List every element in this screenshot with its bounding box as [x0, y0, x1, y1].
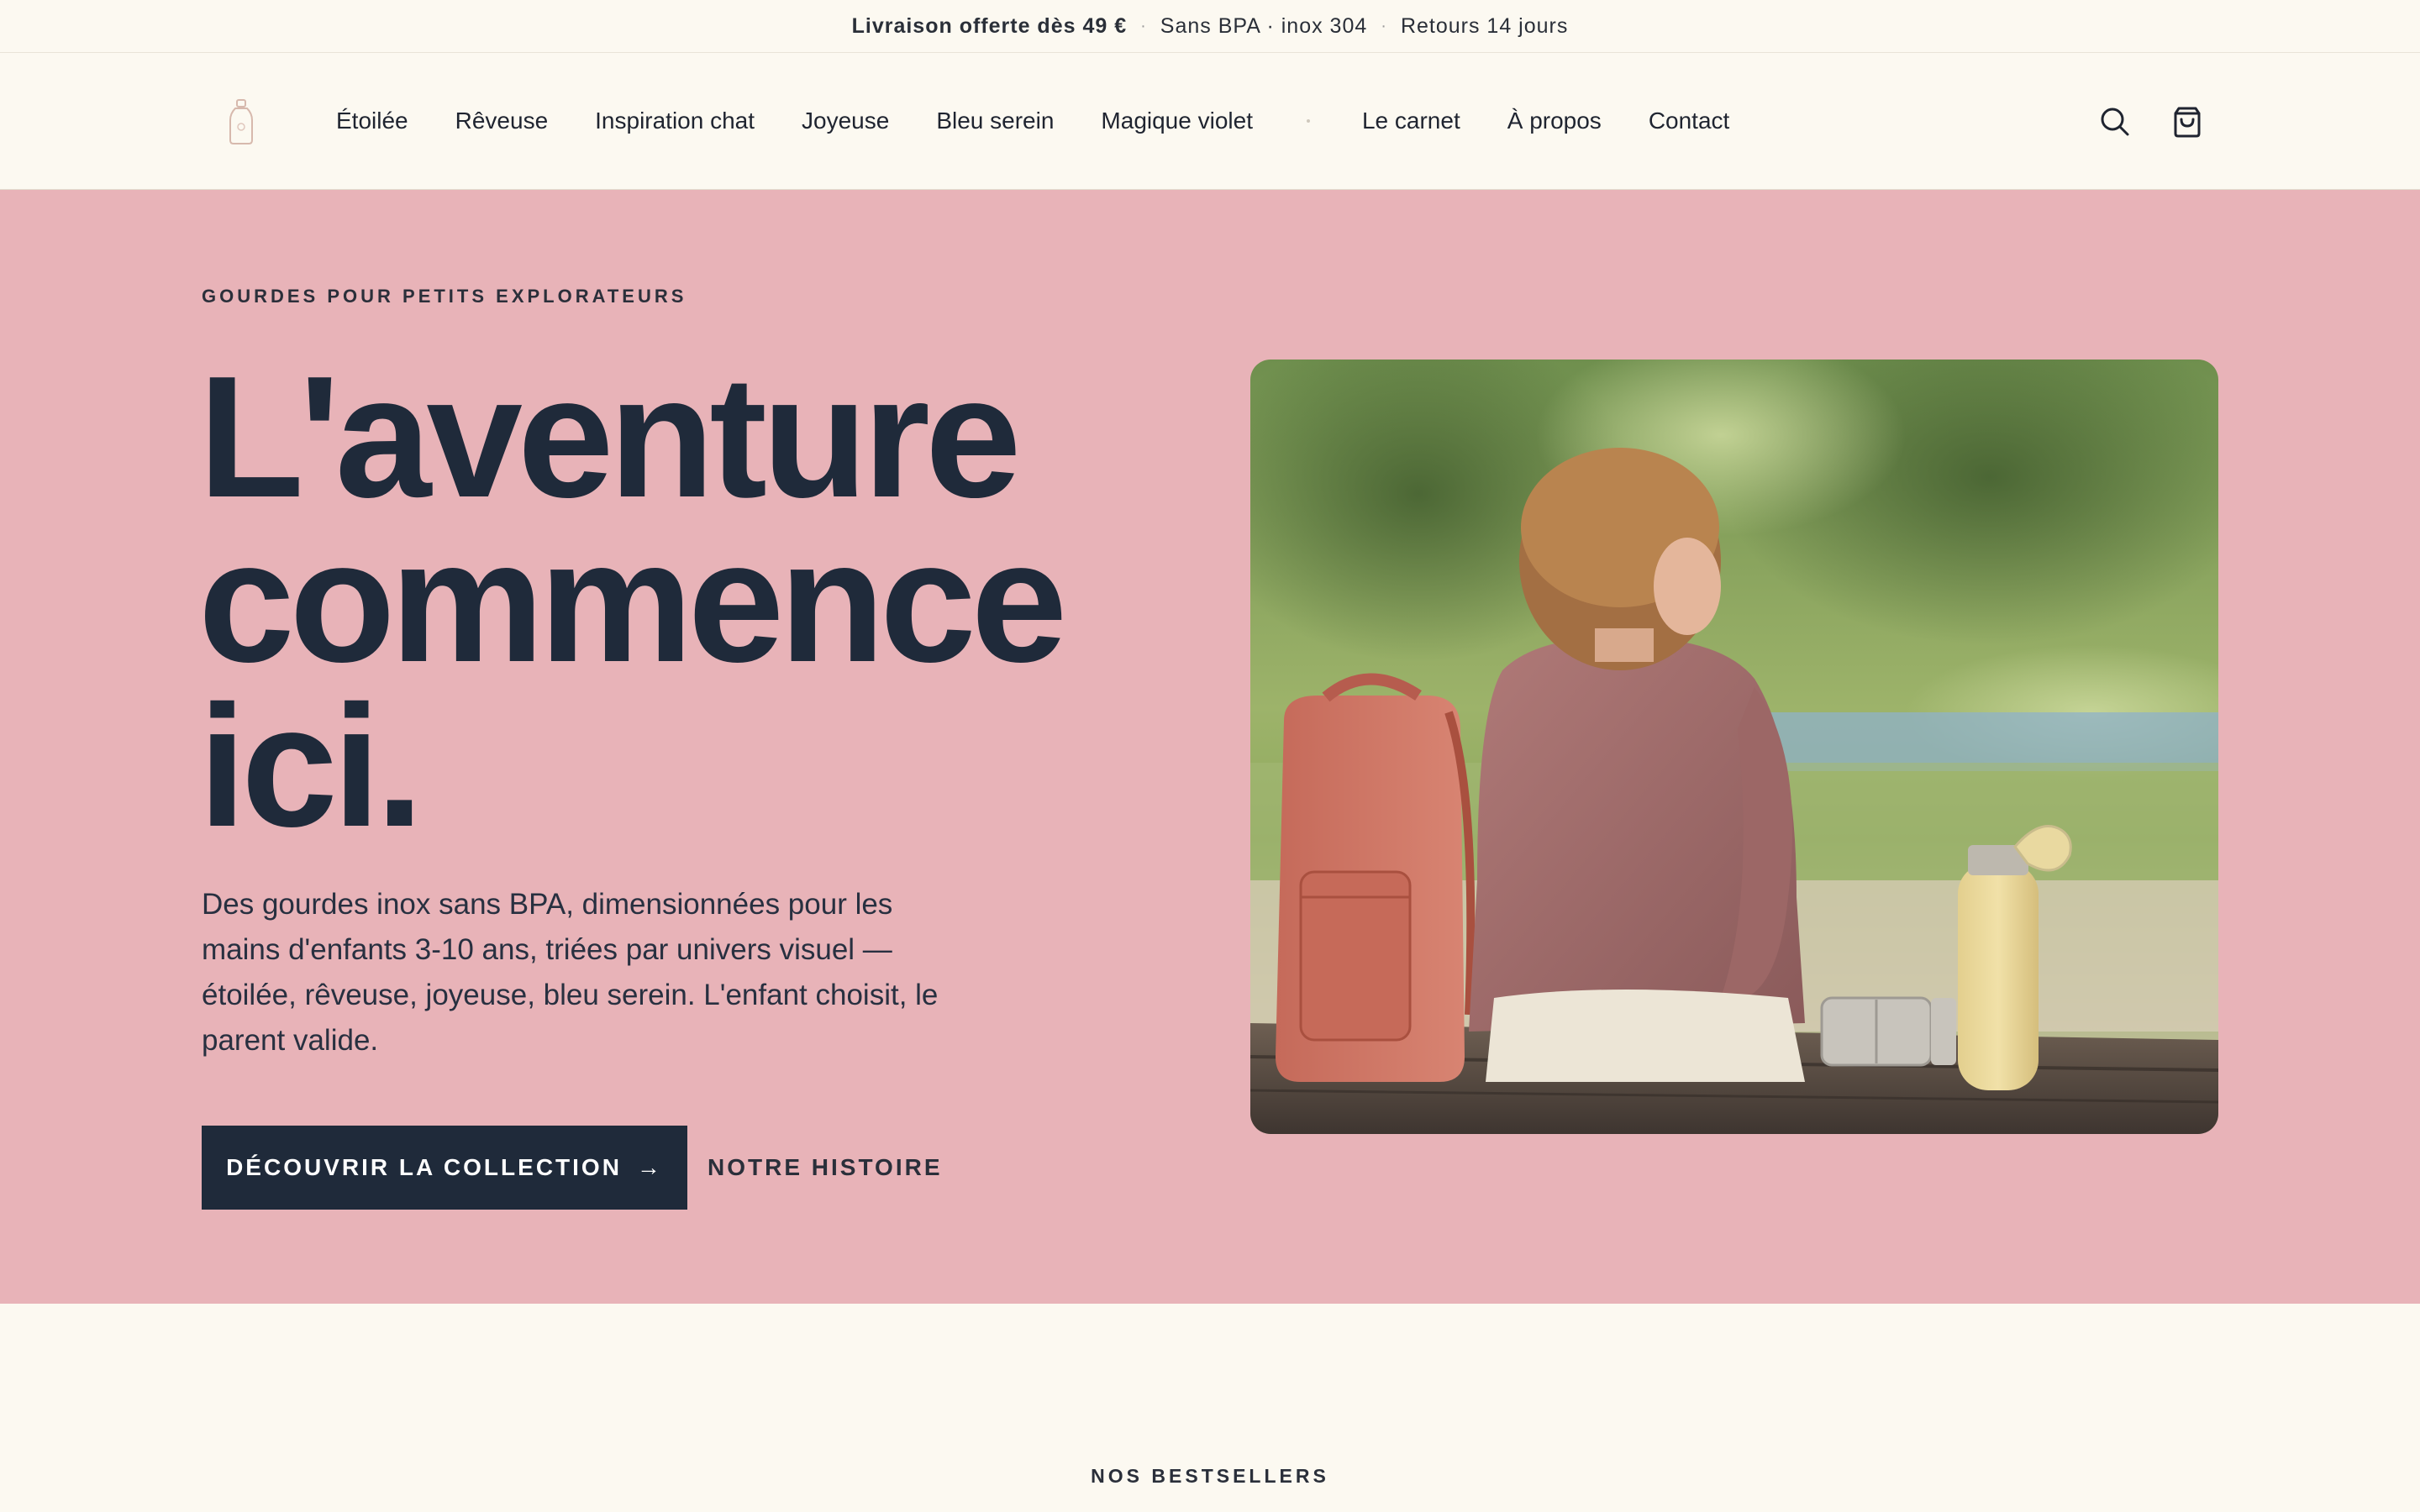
- separator: ·: [1140, 16, 1147, 35]
- hero-headline: L'aventure commence ici.: [198, 340, 1067, 863]
- nav-item-le-carnet[interactable]: Le carnet: [1362, 108, 1460, 134]
- nav-item-joyeuse[interactable]: Joyeuse: [802, 108, 889, 134]
- child-on-bench-illustration: [1250, 360, 2218, 1134]
- nav-item-a-propos[interactable]: À propos: [1507, 108, 1602, 134]
- nav-item-inspiration-chat[interactable]: Inspiration chat: [595, 108, 755, 134]
- main-nav: Étoilée Rêveuse Inspiration chat Joyeuse…: [336, 53, 1776, 189]
- our-story-link[interactable]: NOTRE HISTOIRE: [708, 1126, 943, 1210]
- nav-item-bleu-serein[interactable]: Bleu serein: [936, 108, 1054, 134]
- headline-line: ici.: [198, 669, 424, 863]
- search-icon[interactable]: [2098, 105, 2132, 139]
- bpa-text: Sans BPA · inox 304: [1160, 13, 1368, 38]
- free-shipping-text: Livraison offerte dès 49 €: [851, 13, 1128, 38]
- discover-collection-label: DÉCOUVRIR LA COLLECTION: [226, 1154, 622, 1180]
- bestsellers-title: NOS BESTSELLERS: [1091, 1465, 1329, 1487]
- hero-section: GOURDES POUR PETITS EXPLORATEURS L'avent…: [0, 190, 2420, 1304]
- shopping-bag-icon[interactable]: [2170, 105, 2204, 139]
- returns-text: Retours 14 jours: [1400, 13, 1569, 38]
- separator: ·: [1381, 16, 1387, 35]
- nav-item-etoilee[interactable]: Étoilée: [336, 108, 408, 134]
- site-header: Étoilée Rêveuse Inspiration chat Joyeuse…: [0, 53, 2420, 190]
- hero-description: Des gourdes inox sans BPA, dimensionnées…: [202, 888, 939, 1057]
- nav-item-magique-violet[interactable]: Magique violet: [1101, 108, 1253, 134]
- headline-line: L'aventure: [198, 340, 1022, 533]
- hero-photo: [1250, 360, 2218, 1134]
- bottle-logo-icon[interactable]: [227, 98, 255, 145]
- nav-item-contact[interactable]: Contact: [1649, 108, 1730, 134]
- arrow-right-icon: →: [636, 1154, 663, 1180]
- hero-eyebrow: GOURDES POUR PETITS EXPLORATEURS: [202, 286, 687, 307]
- nav-divider-dot: [1306, 119, 1310, 123]
- announcement-bar: Livraison offerte dès 49 € · Sans BPA · …: [0, 0, 2420, 53]
- nav-item-reveuse[interactable]: Rêveuse: [455, 108, 549, 134]
- discover-collection-button[interactable]: DÉCOUVRIR LA COLLECTION →: [202, 1126, 687, 1210]
- headline-line: commence: [198, 505, 1067, 698]
